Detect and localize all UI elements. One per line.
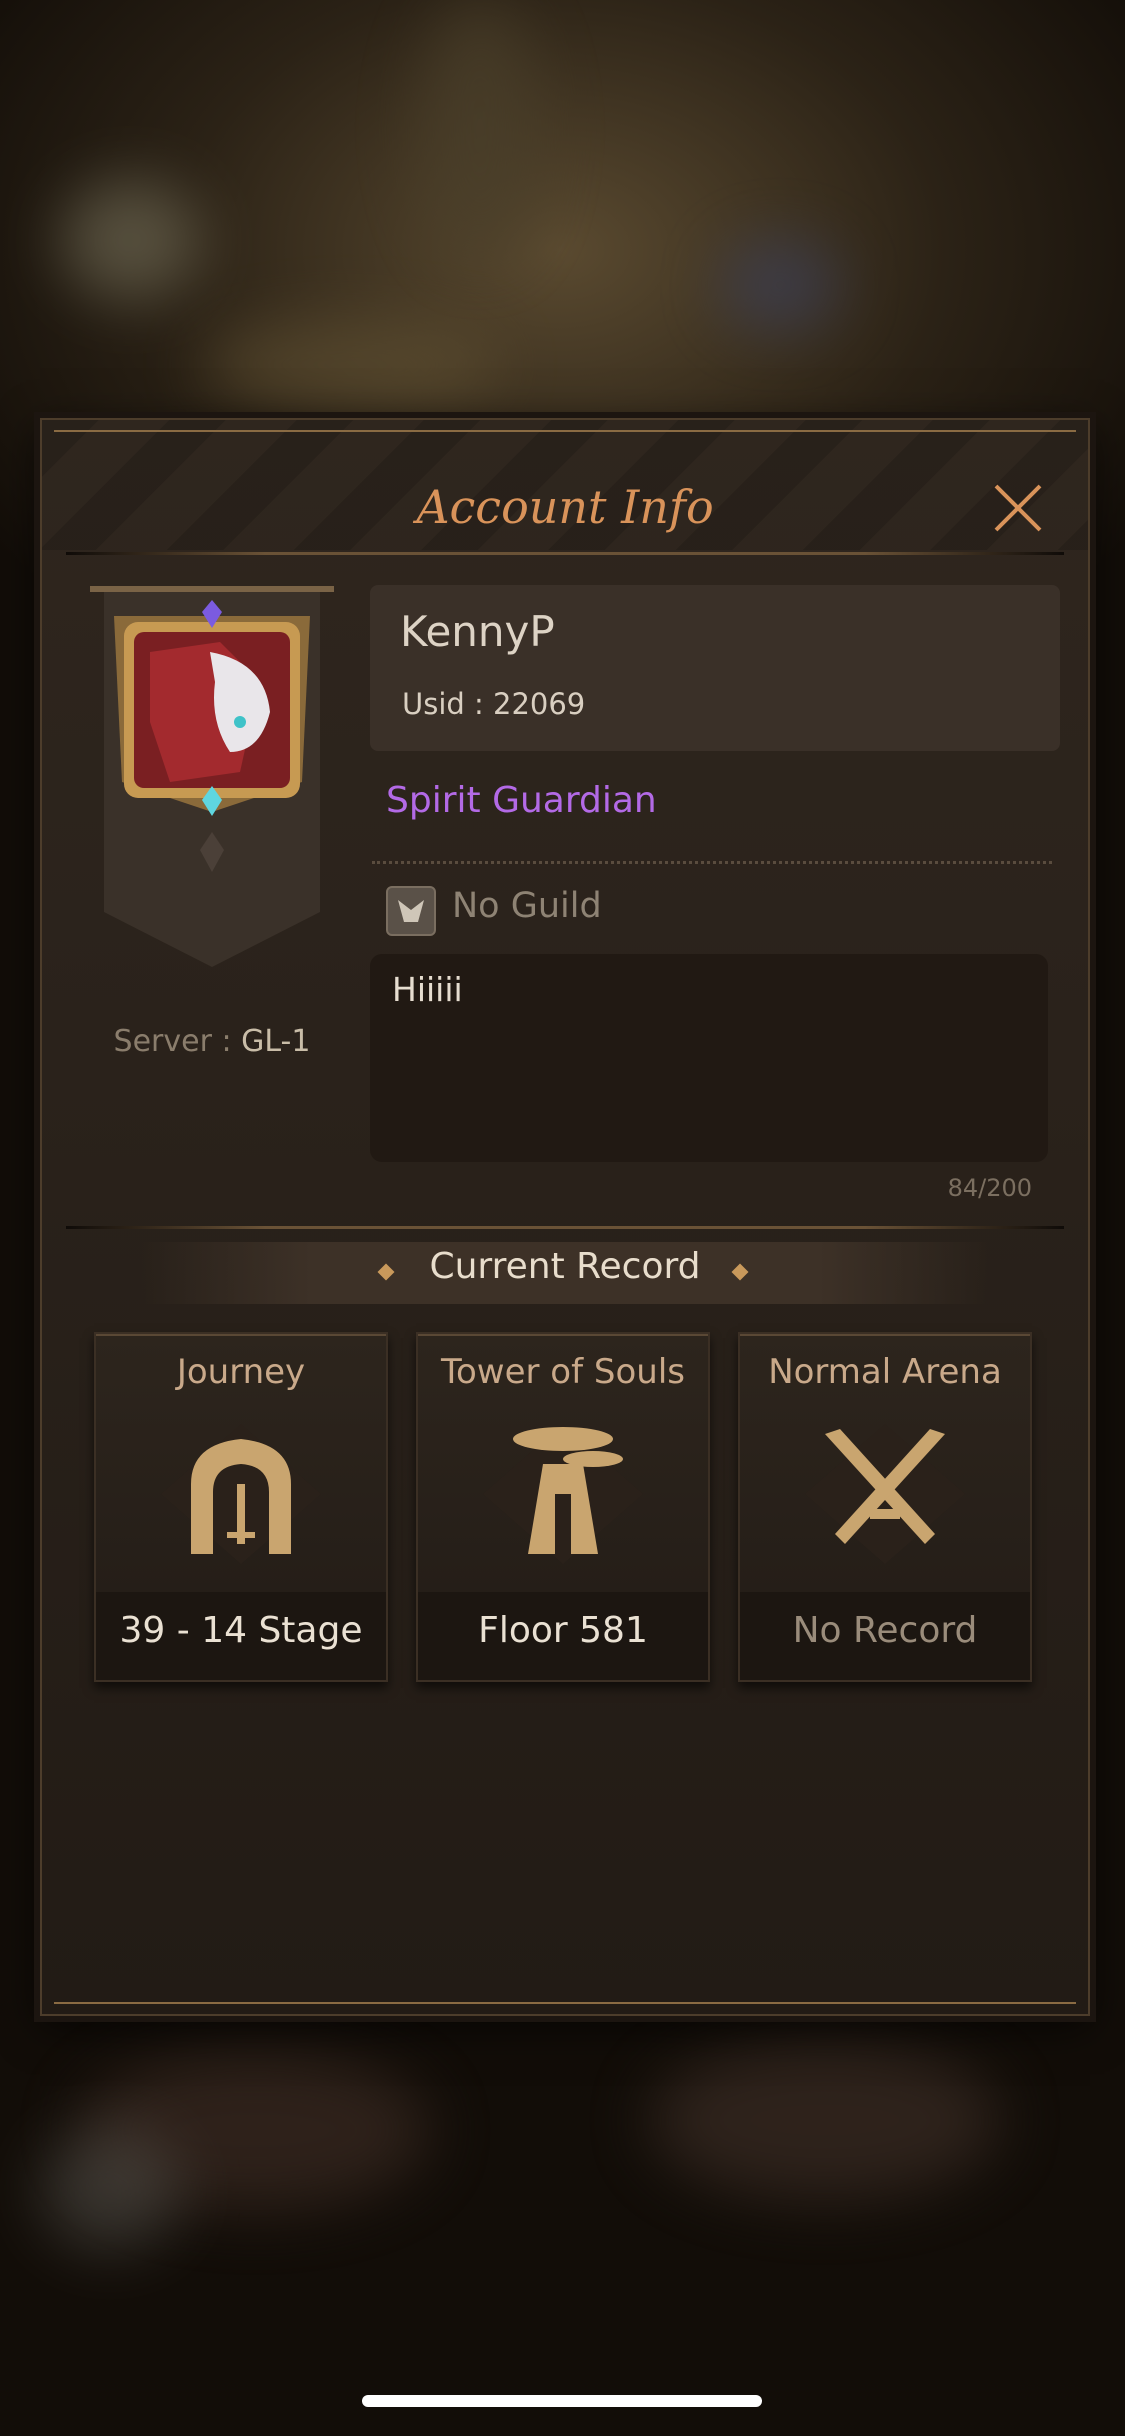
gate-sword-icon	[161, 1424, 321, 1564]
close-icon	[994, 484, 1042, 532]
dialog-title: Account Info	[416, 480, 714, 534]
card-value: 39 - 14 Stage	[119, 1610, 363, 1651]
divider	[66, 552, 1064, 555]
divider	[66, 1226, 1064, 1229]
tower-icon	[483, 1424, 643, 1564]
crossed-swords-icon	[805, 1424, 965, 1564]
record-card-tower-of-souls[interactable]: Tower of Souls Floor 581	[416, 1332, 710, 1682]
close-button[interactable]	[988, 478, 1048, 538]
section-title: Current Record	[429, 1246, 701, 1287]
record-cards: Journey 39 - 14 Stage Tower of Souls Flo…	[94, 1332, 1034, 1682]
player-rank: Spirit Guardian	[386, 780, 657, 821]
motto-box[interactable]: Hiiiii	[370, 954, 1048, 1162]
name-card: KennyP Usid : 22069	[370, 585, 1060, 751]
top-frame	[54, 430, 1076, 432]
guild-name[interactable]: No Guild	[452, 886, 602, 926]
card-value: No Record	[792, 1610, 978, 1651]
card-value: Floor 581	[478, 1610, 648, 1651]
server-value: GL-1	[241, 1024, 311, 1059]
server-label: Server :	[113, 1024, 242, 1059]
server-info: Server : GL-1	[92, 1024, 332, 1059]
avatar[interactable]	[90, 582, 334, 967]
home-indicator[interactable]	[362, 2395, 762, 2407]
user-id: Usid : 22069	[402, 687, 586, 721]
card-label: Tower of Souls	[441, 1352, 685, 1392]
bottom-frame	[54, 2002, 1076, 2004]
guild-emblem-icon	[386, 886, 436, 936]
card-label: Normal Arena	[768, 1352, 1002, 1392]
motto-text: Hiiiii	[392, 970, 463, 1009]
dotted-divider	[372, 861, 1052, 864]
card-label: Journey	[176, 1352, 306, 1392]
record-card-journey[interactable]: Journey 39 - 14 Stage	[94, 1332, 388, 1682]
account-info-dialog: Account Info Server : GL-1 KennyP Usid :…	[40, 418, 1090, 2016]
player-name: KennyP	[400, 607, 555, 656]
record-card-normal-arena[interactable]: Normal Arena No Record	[738, 1332, 1032, 1682]
motto-char-count: 84/200	[947, 1174, 1032, 1202]
